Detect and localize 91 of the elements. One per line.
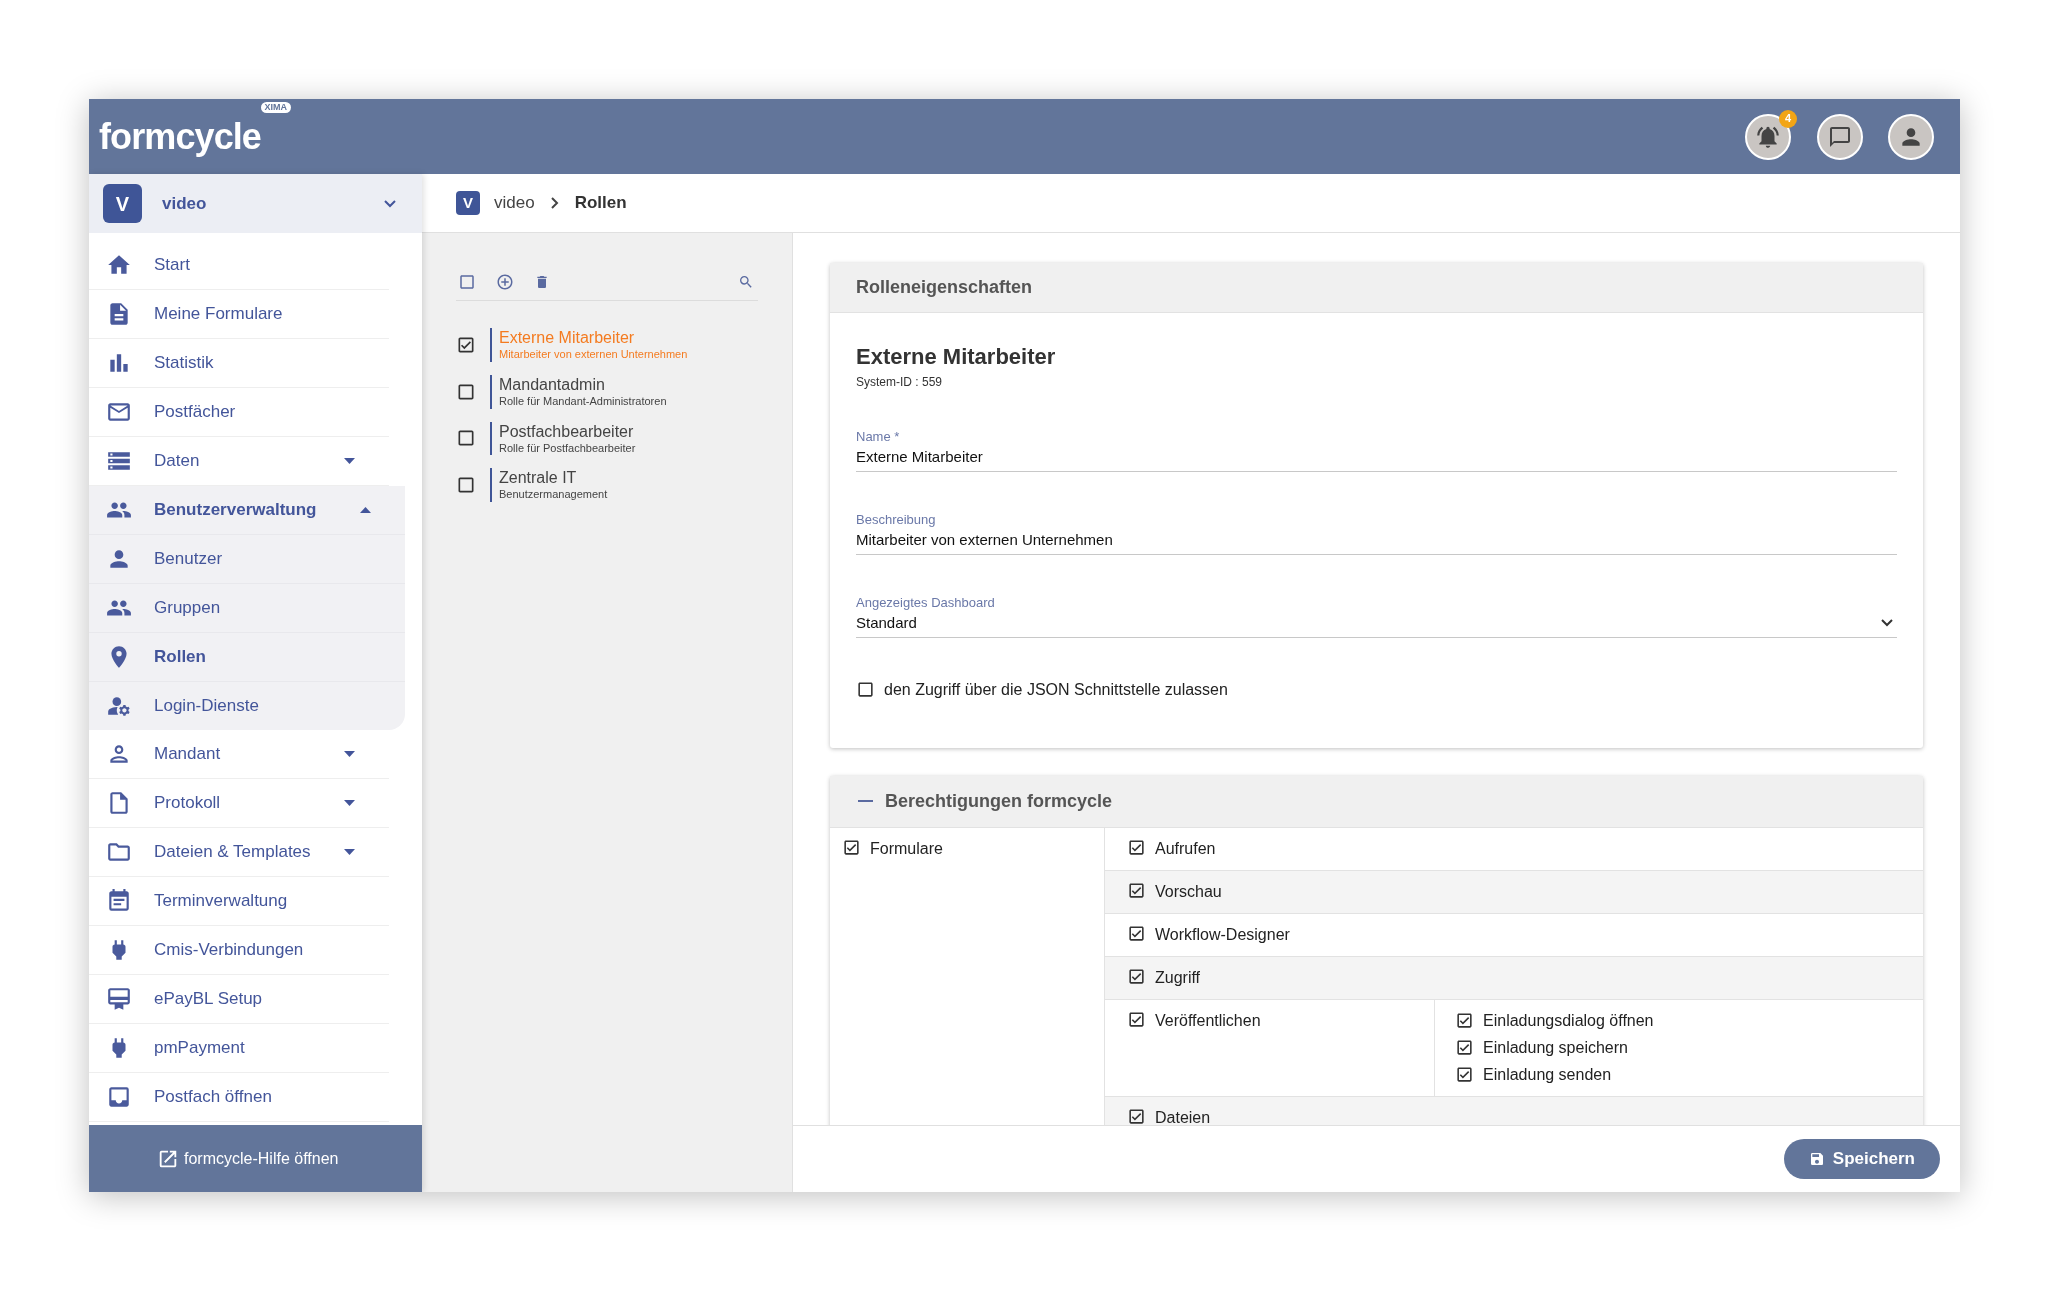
role-description: Rolle für Postfachbearbeiter — [499, 441, 636, 456]
checkbox[interactable] — [856, 680, 875, 699]
field-value: Externe Mitarbeiter — [856, 447, 984, 467]
role-name: Postfachbearbeiter — [499, 421, 635, 442]
notifications-button[interactable] — [1745, 113, 1791, 160]
sidebar-item[interactable]: Benutzer — [89, 535, 405, 583]
sidebar-item[interactable]: pmPayment — [89, 1024, 389, 1072]
checked-checkbox[interactable] — [1127, 1009, 1146, 1029]
breadcrumb-item: Rollen — [574, 192, 627, 215]
calendar-icon — [106, 888, 132, 914]
checked-checkbox[interactable] — [1455, 1011, 1474, 1030]
field-value: Standard — [856, 613, 918, 633]
chat-bubble-icon — [1828, 124, 1852, 149]
checked-checkbox[interactable] — [1127, 1106, 1146, 1125]
certificate-icon — [106, 986, 132, 1012]
checked-checkbox[interactable] — [1127, 966, 1146, 986]
field-label: Angezeigtes Dashboard — [856, 593, 996, 612]
sidebar-item[interactable]: Login-Dienste — [89, 682, 405, 730]
dashboard-select[interactable]: Angezeigtes Dashboard Standard — [856, 592, 1897, 638]
client-selector[interactable]: V video — [89, 174, 422, 233]
role-item[interactable]: Mandantadmin Rolle für Mandant-Administratoren — [490, 374, 667, 409]
permission-label: Zugriff — [1155, 967, 1201, 988]
sidebar-item[interactable]: Meine Formulare — [89, 290, 389, 338]
search-icon[interactable] — [738, 273, 754, 290]
sidebar-item[interactable]: Protokoll — [89, 779, 389, 827]
sidebar-item[interactable]: Gruppen — [89, 584, 405, 632]
role-name: Zentrale IT — [499, 468, 578, 489]
add-icon[interactable] — [496, 272, 514, 291]
sidebar-item[interactable]: ePayBL Setup — [89, 975, 389, 1023]
sidebar-item[interactable]: Benutzerverwaltung — [89, 486, 405, 534]
role-description: Benutzermanagement — [499, 488, 608, 502]
sidebar-item[interactable]: Mandant — [89, 730, 389, 778]
checked-checkbox[interactable] — [1455, 1038, 1474, 1057]
role-name: Mandantadmin — [499, 374, 606, 395]
client-avatar: V — [456, 191, 480, 215]
inbox-icon — [106, 1084, 132, 1110]
card-title: Rolleneigenschaften — [856, 276, 1033, 299]
permission-label: Veröffentlichen — [1155, 1010, 1261, 1031]
notification-count: 4 — [1779, 109, 1797, 128]
field-value: Mitarbeiter von externen Unternehmen — [856, 530, 1114, 550]
client-avatar: V — [103, 184, 142, 223]
sidebar-item[interactable]: Postfächer — [89, 388, 389, 436]
permission-group-label: Formulare — [870, 838, 943, 859]
section-header[interactable]: Berechtigungen formcycle — [830, 775, 1923, 828]
role-title: Externe Mitarbeiter — [856, 343, 1057, 371]
role-description: Mitarbeiter von externen Unternehmen — [499, 348, 688, 362]
sidebar-item[interactable]: Rollen — [89, 633, 405, 681]
logo: formcycle — [99, 115, 261, 157]
input-field[interactable]: Name * Externe Mitarbeiter — [856, 426, 1897, 472]
input-field[interactable]: Beschreibung Mitarbeiter von externen Unternehmen — [856, 509, 1897, 555]
checked-checkbox[interactable] — [842, 837, 861, 857]
permission-label: Einladungsdialog öffnen — [1483, 1010, 1654, 1031]
permission-label: Vorschau — [1155, 881, 1222, 902]
permission-label: Einladung senden — [1483, 1064, 1612, 1085]
checked-checkbox[interactable] — [1127, 923, 1146, 943]
field-label: Beschreibung — [856, 510, 937, 529]
user-menu-button[interactable] — [1888, 113, 1934, 160]
permission-label: Einladung speichern — [1483, 1037, 1628, 1058]
sidebar-item[interactable]: Terminverwaltung — [89, 877, 389, 925]
permission-label: Aufrufen — [1155, 838, 1216, 859]
breadcrumb-item[interactable]: video — [494, 190, 535, 216]
chevron-down-icon — [384, 199, 396, 208]
sidebar-item[interactable]: Statistik — [89, 339, 389, 387]
checkbox-label: den Zugriff über die JSON Schnittstelle zulassen — [884, 679, 1228, 700]
role-name: Externe Mitarbeiter — [499, 328, 636, 348]
checkbox[interactable] — [456, 475, 476, 496]
sidebar-item[interactable]: Postfach öffnen — [89, 1073, 389, 1121]
checked-checkbox[interactable] — [1127, 880, 1146, 900]
permission-label: Dateien — [1155, 1107, 1211, 1125]
sidebar-item[interactable]: Cmis-Verbindungen — [89, 926, 389, 974]
trash-icon[interactable] — [534, 273, 550, 290]
checked-checkbox[interactable] — [1455, 1065, 1474, 1084]
sidebar-item[interactable]: Dateien & Templates — [89, 828, 389, 876]
section-title: Berechtigungen formcycle — [885, 789, 1113, 813]
chevron-down-icon — [1881, 619, 1893, 628]
messages-button[interactable] — [1817, 113, 1863, 160]
field-label: Name * — [856, 427, 901, 446]
checkbox[interactable] — [456, 428, 476, 449]
sidebar-item[interactable]: Daten — [89, 437, 389, 485]
select-all-checkbox[interactable] — [458, 272, 476, 291]
system-id: System-ID : 559 — [856, 373, 944, 391]
role-description: Rolle für Mandant-Administratoren — [499, 394, 667, 409]
logo-badge: XIMA — [260, 101, 291, 113]
permission-label: Workflow-Designer — [1155, 924, 1290, 945]
sidebar-item[interactable]: Start — [89, 241, 389, 289]
role-item[interactable]: Zentrale IT Benutzermanagement — [490, 468, 608, 502]
role-item[interactable]: Postfachbearbeiter Rolle für Postfachbearbeiter — [490, 421, 636, 456]
checked-checkbox[interactable] — [1127, 837, 1146, 857]
client-name: video — [162, 192, 208, 215]
chevron-right-icon — [550, 197, 559, 209]
save-button[interactable]: Speichern — [1783, 1139, 1940, 1179]
